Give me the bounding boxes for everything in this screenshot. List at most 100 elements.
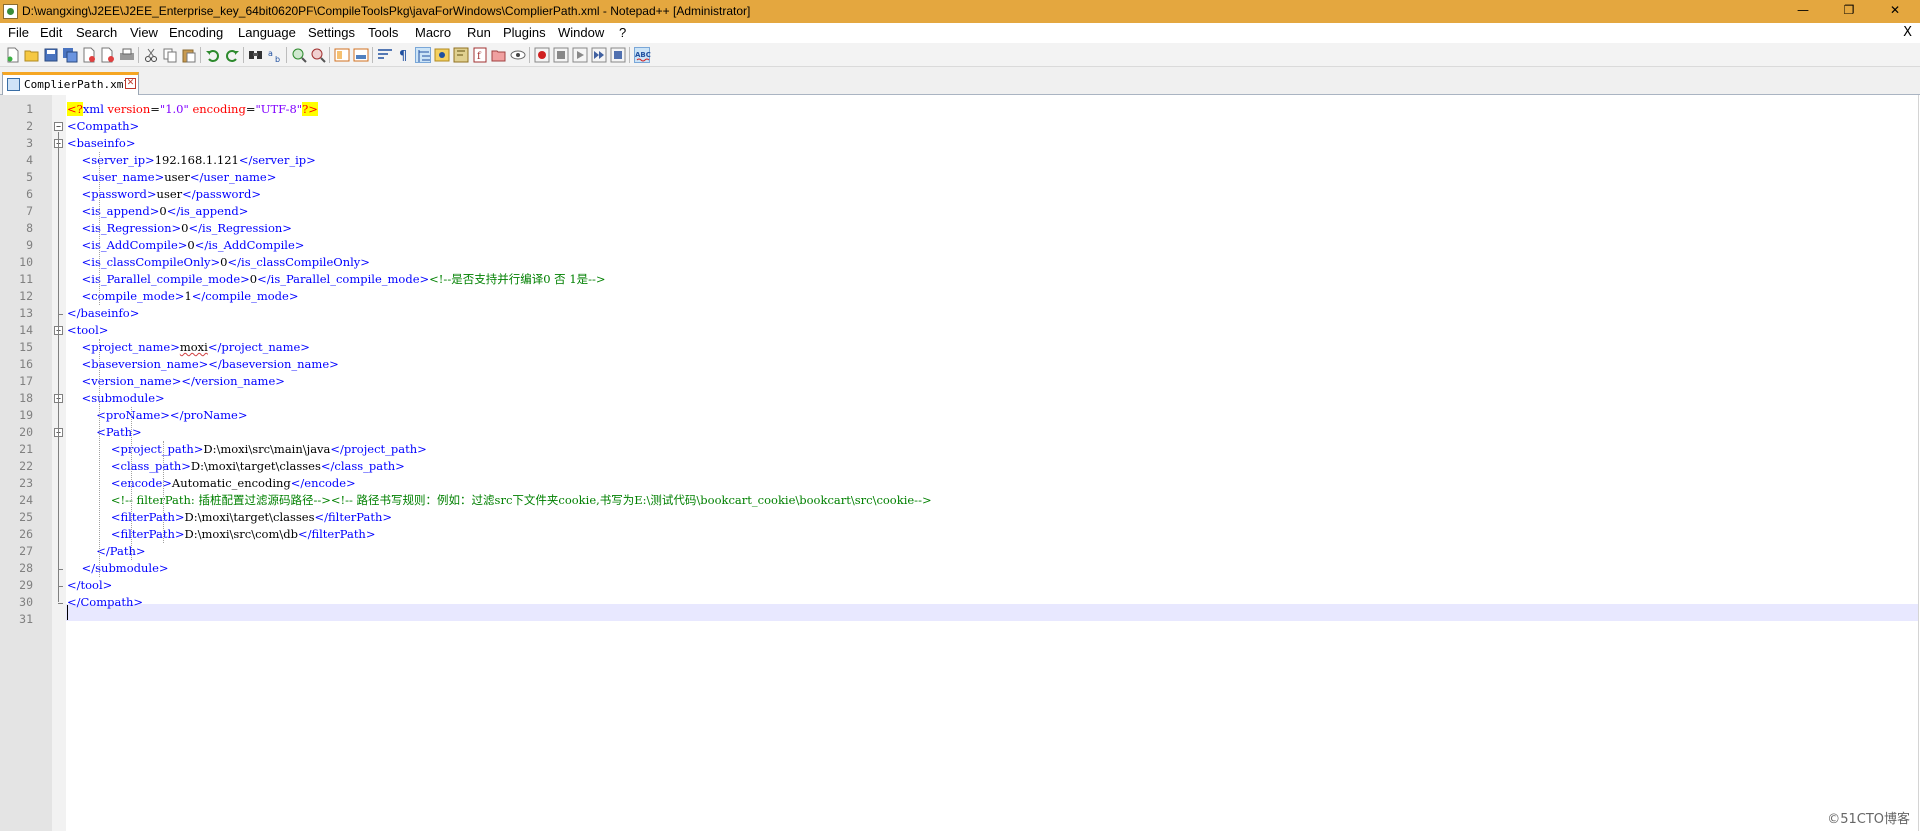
undo-icon[interactable] — [205, 47, 221, 63]
menu-search[interactable]: Search — [76, 24, 117, 42]
menu-run[interactable]: Run — [467, 24, 491, 42]
tab-complierpath[interactable]: ComplierPath.xml ✕ — [2, 72, 139, 95]
fold-end-marker — [58, 586, 63, 587]
line-number: 4 — [26, 153, 33, 167]
code-token: <is_Parallel_compile_mode> — [81, 272, 250, 286]
line-number: 29 — [19, 578, 33, 592]
word-wrap-icon[interactable] — [377, 47, 393, 63]
copy-icon[interactable] — [162, 47, 178, 63]
fold-line — [58, 438, 59, 551]
menu-view[interactable]: View — [130, 24, 158, 42]
code-token: <version_name></version_name> — [81, 374, 285, 388]
paste-icon[interactable] — [181, 47, 197, 63]
fold-margin[interactable] — [52, 95, 66, 831]
menu-settings[interactable]: Settings — [308, 24, 355, 42]
record-macro-icon[interactable] — [534, 47, 550, 63]
monitoring-icon[interactable] — [510, 47, 526, 63]
code-line: <submodule> — [67, 390, 165, 407]
code-token: xml — [82, 102, 108, 116]
close-all-icon[interactable] — [100, 47, 116, 63]
toolbar-separator — [629, 47, 630, 63]
play-macro-icon[interactable] — [572, 47, 588, 63]
sync-vertical-icon[interactable] — [334, 47, 350, 63]
spell-check-icon[interactable]: ABC — [634, 47, 651, 63]
code-token: <proName></proName> — [96, 408, 248, 422]
menu-tools[interactable]: Tools — [368, 24, 398, 42]
code-token: </Compath> — [67, 595, 144, 609]
code-token: <baseversion_name></baseversion_name> — [81, 357, 339, 371]
tab-close-icon[interactable]: ✕ — [125, 78, 136, 89]
toolbar: ab ¶ f ABC — [0, 43, 1920, 67]
close-icon[interactable] — [81, 47, 97, 63]
code-token: </is_Regression> — [188, 221, 292, 235]
code-line: <class_path>D:\moxi\target\classes</clas… — [67, 458, 405, 475]
cut-icon[interactable] — [143, 47, 159, 63]
menu-window[interactable]: Window — [558, 24, 604, 42]
fold-end-marker — [58, 603, 63, 604]
code-token: <tool> — [67, 323, 109, 337]
line-number: 9 — [26, 238, 33, 252]
code-line: </tool> — [67, 577, 112, 594]
fold-toggle-icon[interactable]: − — [54, 122, 63, 131]
run-macro-multiple-icon[interactable] — [591, 47, 607, 63]
indent-guide-icon[interactable] — [415, 47, 431, 63]
replace-icon[interactable]: ab — [267, 47, 283, 63]
menu-encoding[interactable]: Encoding — [169, 24, 223, 42]
menu-file[interactable]: File — [8, 24, 29, 42]
line-number: 24 — [19, 493, 33, 507]
menu-language[interactable]: Language — [238, 24, 296, 42]
restore-button[interactable]: ❐ — [1826, 0, 1872, 23]
save-all-icon[interactable] — [62, 47, 78, 63]
close-document-button[interactable]: X — [1903, 23, 1912, 43]
code-token: <class_path> — [110, 459, 191, 473]
code-line: </baseinfo> — [67, 305, 139, 322]
menu-help[interactable]: ? — [619, 24, 626, 42]
close-window-button[interactable]: ✕ — [1872, 0, 1918, 23]
zoom-in-icon[interactable] — [291, 47, 307, 63]
code-token: </baseinfo> — [67, 306, 140, 320]
save-icon[interactable] — [43, 47, 59, 63]
function-list-icon[interactable]: f — [472, 47, 488, 63]
code-line: <filterPath>D:\moxi\src\com\db</filterPa… — [67, 526, 376, 543]
code-token: </is_classCompileOnly> — [227, 255, 370, 269]
menu-macro[interactable]: Macro — [415, 24, 451, 42]
print-icon[interactable] — [119, 47, 135, 63]
udl-icon[interactable] — [434, 47, 450, 63]
menu-edit[interactable]: Edit — [40, 24, 62, 42]
current-line-highlight — [66, 604, 1918, 621]
doc-map-icon[interactable] — [453, 47, 469, 63]
folder-as-workspace-icon[interactable] — [491, 47, 507, 63]
code-line: <is_append>0</is_append> — [67, 203, 249, 220]
menu-plugins[interactable]: Plugins — [503, 24, 546, 42]
redo-icon[interactable] — [224, 47, 240, 63]
open-file-icon[interactable] — [24, 47, 40, 63]
stop-record-icon[interactable] — [553, 47, 569, 63]
line-number: 22 — [19, 459, 33, 473]
new-file-icon[interactable] — [5, 47, 21, 63]
editor-area[interactable]: 1 2 3 4 5 6 7 8 9 10 11 12 13 14 15 16 17 18 19 20 21 22 23 24 2… — [0, 95, 1920, 831]
menu-bar: File Edit Search View Encoding Language … — [0, 23, 1920, 43]
toolbar-separator — [529, 47, 530, 63]
code-line: </submodule> — [67, 560, 169, 577]
code-token: <user_name> — [81, 170, 165, 184]
code-token: <? — [67, 102, 83, 116]
code-token: 1 — [184, 289, 192, 303]
code-token: D:\moxi\target\classes — [184, 510, 315, 524]
code-line: <?xml version="1.0" encoding="UTF-8"?> — [67, 101, 318, 118]
line-number: 17 — [19, 374, 33, 388]
save-macro-icon[interactable] — [610, 47, 626, 63]
code-token: <Compath> — [67, 119, 140, 133]
sync-horizontal-icon[interactable] — [353, 47, 369, 63]
show-all-chars-icon[interactable]: ¶ — [396, 47, 412, 63]
line-number: 10 — [19, 255, 33, 269]
zoom-out-icon[interactable] — [310, 47, 326, 63]
line-number: 20 — [19, 425, 33, 439]
code-token: <Path> — [96, 425, 142, 439]
minimize-button[interactable]: — — [1780, 0, 1826, 23]
find-icon[interactable] — [248, 47, 264, 63]
